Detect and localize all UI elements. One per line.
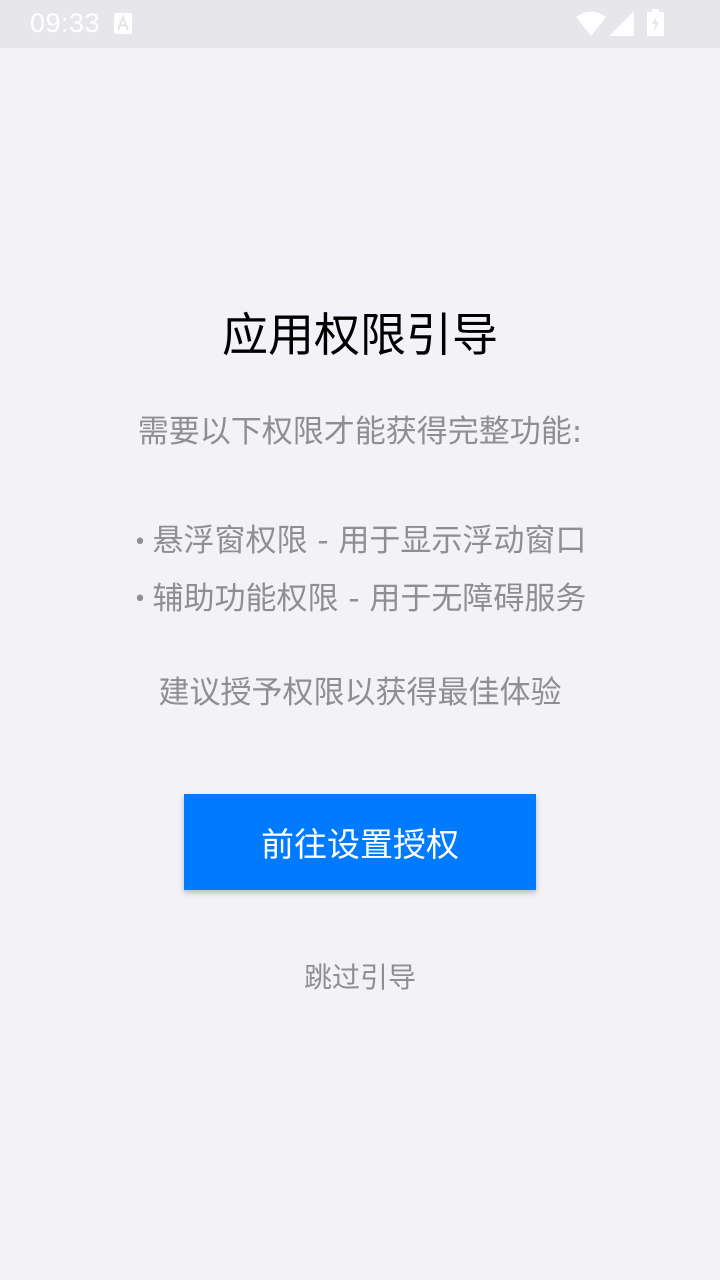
permission-text: 辅助功能权限 - 用于无障碍服务 [152, 580, 587, 617]
skip-guide-link[interactable]: 跳过引导 [0, 956, 720, 1000]
signal-icon [609, 11, 634, 36]
bullet-icon: • [133, 529, 147, 555]
status-bar: 09:33 [0, 0, 720, 48]
status-time: 09:33 [30, 8, 101, 38]
battery-icon [647, 9, 664, 36]
bullet-icon: • [133, 587, 147, 612]
permission-text: 悬浮窗权限 - 用于显示浮动窗口 [152, 523, 587, 559]
wifi-icon [576, 11, 606, 36]
list-item: • 悬浮窗权限 - 用于显示浮动窗口 [0, 513, 720, 571]
list-item: • 辅助功能权限 - 用于无障碍服务 [0, 571, 720, 629]
page-title: 应用权限引导 [222, 308, 498, 362]
permission-list: • 悬浮窗权限 - 用于显示浮动窗口 • 辅助功能权限 - 用于无障碍服务 [0, 513, 720, 628]
page-subtitle: 需要以下权限才能获得完整功能: [137, 414, 583, 450]
go-to-settings-button[interactable]: 前往设置授权 [184, 794, 536, 890]
hint-text: 建议授予权限以获得最佳体验 [158, 675, 562, 711]
notification-a-icon [114, 13, 132, 34]
